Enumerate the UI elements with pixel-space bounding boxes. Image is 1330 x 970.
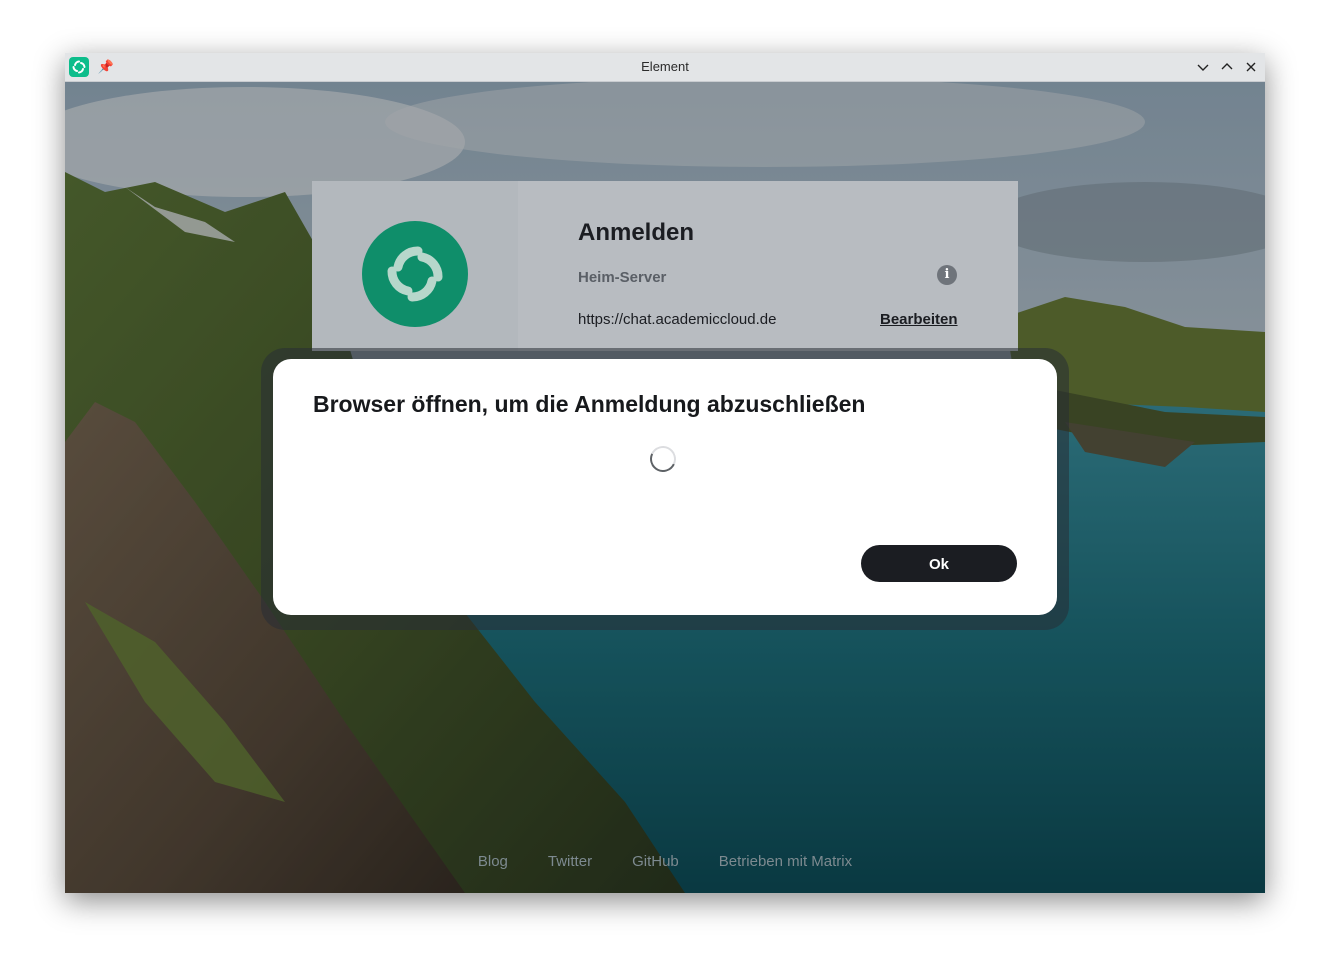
- footer-link-matrix[interactable]: Betrieben mit Matrix: [719, 853, 852, 870]
- auth-logo-panel: [312, 181, 518, 351]
- auth-card: Anmelden Heim-Server i https://chat.acad…: [312, 181, 1018, 351]
- footer-link-twitter[interactable]: Twitter: [548, 853, 592, 870]
- info-icon[interactable]: i: [937, 265, 957, 285]
- footer-link-blog[interactable]: Blog: [478, 853, 508, 870]
- window-title: Element: [641, 59, 689, 74]
- app-content: Anmelden Heim-Server i https://chat.acad…: [65, 82, 1265, 893]
- element-logo-icon: [362, 221, 468, 327]
- app-window: 📌 Element Anmelden Heim-Server i https:/…: [65, 53, 1265, 893]
- chevron-down-icon[interactable]: [1194, 58, 1212, 76]
- footer-links: Blog Twitter GitHub Betrieben mit Matrix: [65, 853, 1265, 873]
- dialog-title: Browser öffnen, um die Anmeldung abzusch…: [313, 391, 866, 417]
- homeserver-url: https://chat.academiccloud.de: [578, 311, 777, 328]
- close-icon[interactable]: [1242, 58, 1260, 76]
- ok-button[interactable]: Ok: [861, 545, 1017, 582]
- homeserver-label: Heim-Server: [578, 269, 667, 286]
- auth-title: Anmelden: [578, 219, 695, 246]
- sso-dialog: Browser öffnen, um die Anmeldung abzusch…: [273, 359, 1057, 615]
- edit-homeserver-link[interactable]: Bearbeiten: [880, 311, 958, 328]
- titlebar: 📌 Element: [65, 53, 1265, 82]
- loading-spinner-icon: [646, 442, 680, 476]
- chevron-up-icon[interactable]: [1218, 58, 1236, 76]
- footer-link-github[interactable]: GitHub: [632, 853, 679, 870]
